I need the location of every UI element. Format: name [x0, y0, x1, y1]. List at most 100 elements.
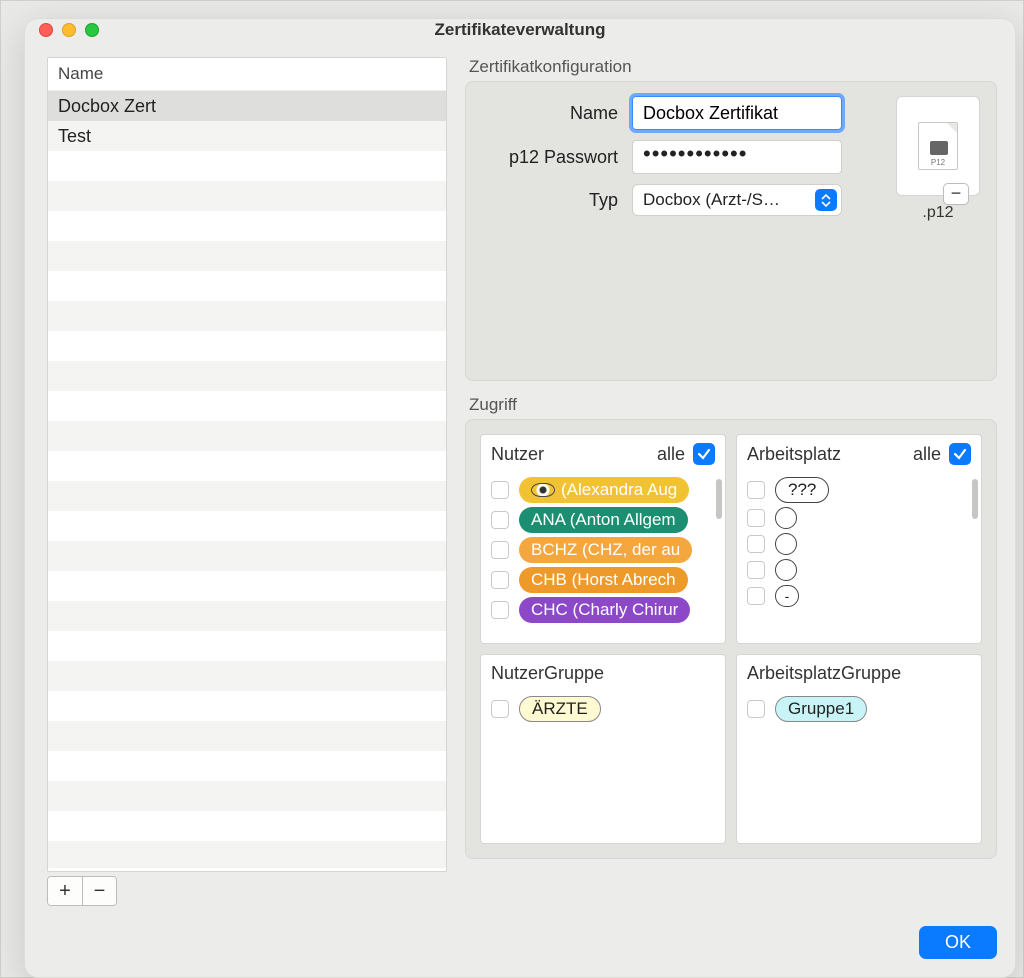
item-checkbox[interactable] [491, 511, 509, 529]
name-label: Name [482, 103, 632, 124]
list-item[interactable] [48, 361, 446, 391]
list-item[interactable] [48, 601, 446, 631]
list-item[interactable]: ÄRZTE [487, 694, 719, 724]
pill-label: ANA (Anton Allgem [531, 510, 676, 530]
tag-pill: (Alexandra Aug [519, 477, 689, 503]
empty-icon [775, 507, 797, 529]
pill-label: BCHZ (CHZ, der au [531, 540, 680, 560]
typ-select[interactable]: Docbox (Arzt-/S… [632, 184, 842, 216]
item-checkbox[interactable] [491, 571, 509, 589]
item-checkbox[interactable] [747, 535, 765, 553]
list-item[interactable]: Test [48, 121, 446, 151]
empty-icon [775, 559, 797, 581]
scrollbar[interactable] [716, 479, 722, 519]
list-item[interactable] [48, 571, 446, 601]
tag-pill: CHC (Charly Chirur [519, 597, 690, 623]
item-checkbox[interactable] [747, 587, 765, 605]
list-item[interactable] [48, 631, 446, 661]
item-checkbox[interactable] [747, 700, 765, 718]
list-item[interactable] [48, 151, 446, 181]
name-input[interactable] [632, 96, 842, 130]
nutzergruppe-panel: NutzerGruppe ÄRZTE [480, 654, 726, 844]
list-item[interactable] [48, 661, 446, 691]
p12-password-input[interactable]: •••••••••••• [632, 140, 842, 174]
eye-icon [531, 483, 555, 497]
ok-button[interactable]: OK [919, 926, 997, 959]
empty-icon [775, 533, 797, 555]
list-item[interactable] [48, 691, 446, 721]
nutzer-alle-checkbox[interactable] [693, 443, 715, 465]
item-checkbox[interactable] [747, 561, 765, 579]
titlebar: Zertifikateverwaltung [25, 19, 1015, 41]
pill-label: ÄRZTE [532, 699, 588, 719]
item-checkbox[interactable] [747, 481, 765, 499]
nutzer-header: Nutzer [491, 444, 544, 465]
item-checkbox[interactable] [491, 481, 509, 499]
list-item[interactable] [48, 811, 446, 841]
nutzer-panel: Nutzer alle (Alexandra AugANA (Anton All… [480, 434, 726, 644]
tag-pill: Gruppe1 [775, 696, 867, 722]
nutzergruppe-header: NutzerGruppe [491, 663, 604, 684]
zoom-icon[interactable] [85, 23, 99, 37]
list-item[interactable] [48, 751, 446, 781]
list-item[interactable] [48, 331, 446, 361]
arbeitsplatz-alle-checkbox[interactable] [949, 443, 971, 465]
remove-file-button[interactable]: − [943, 183, 969, 205]
tag-pill: ??? [775, 477, 829, 503]
list-item[interactable] [48, 421, 446, 451]
list-item[interactable]: Docbox Zert [48, 91, 446, 121]
arbeitsplatz-header: Arbeitsplatz [747, 444, 841, 465]
tag-pill: CHB (Horst Abrech [519, 567, 688, 593]
list-item[interactable] [48, 391, 446, 421]
list-item[interactable]: (Alexandra Aug [487, 475, 719, 505]
list-item[interactable] [48, 781, 446, 811]
remove-certificate-button[interactable]: − [82, 877, 116, 905]
list-item[interactable]: CHB (Horst Abrech [487, 565, 719, 595]
scrollbar[interactable] [972, 479, 978, 519]
arbeitsplatz-panel: Arbeitsplatz alle ??? - [736, 434, 982, 644]
config-section-title: Zertifikatkonfiguration [469, 57, 997, 77]
close-icon[interactable] [39, 23, 53, 37]
item-checkbox[interactable] [491, 601, 509, 619]
list-item[interactable]: ANA (Anton Allgem [487, 505, 719, 535]
item-checkbox[interactable] [747, 509, 765, 527]
item-checkbox[interactable] [491, 700, 509, 718]
typ-label: Typ [482, 190, 632, 211]
arbeitsplatzgruppe-header: ArbeitsplatzGruppe [747, 663, 901, 684]
pill-label: (Alexandra Aug [561, 480, 677, 500]
pill-label: CHB (Horst Abrech [531, 570, 676, 590]
arbeitsplatz-alle-label: alle [913, 444, 941, 465]
list-item[interactable]: CHC (Charly Chirur [487, 595, 719, 625]
list-item[interactable]: - [743, 583, 975, 609]
minimize-icon[interactable] [62, 23, 76, 37]
list-item[interactable] [48, 241, 446, 271]
list-item[interactable] [48, 481, 446, 511]
tag-pill: ANA (Anton Allgem [519, 507, 688, 533]
list-item[interactable] [48, 541, 446, 571]
list-item[interactable] [48, 721, 446, 751]
access-section-title: Zugriff [469, 395, 997, 415]
tag-pill: BCHZ (CHZ, der au [519, 537, 692, 563]
list-item[interactable] [48, 271, 446, 301]
list-item[interactable] [743, 505, 975, 531]
list-item[interactable] [48, 301, 446, 331]
list-item[interactable]: Gruppe1 [743, 694, 975, 724]
list-item[interactable] [743, 531, 975, 557]
list-item[interactable] [48, 451, 446, 481]
file-icon: P12 [918, 122, 958, 170]
list-item[interactable] [743, 557, 975, 583]
window-title: Zertifikateverwaltung [25, 20, 1015, 40]
list-item[interactable] [48, 181, 446, 211]
p12-file-preview[interactable]: P12 − [896, 96, 980, 196]
list-item[interactable] [48, 511, 446, 541]
item-checkbox[interactable] [491, 541, 509, 559]
list-item[interactable]: ??? [743, 475, 975, 505]
list-item[interactable]: BCHZ (CHZ, der au [487, 535, 719, 565]
list-item[interactable] [48, 841, 446, 868]
add-certificate-button[interactable]: + [48, 877, 82, 905]
certificate-config-group: Name p12 Passwort •••••••••••• Typ [465, 81, 997, 381]
certificate-list[interactable]: Name Docbox ZertTest [47, 57, 447, 872]
list-item[interactable] [48, 211, 446, 241]
chevron-updown-icon [815, 189, 837, 211]
pill-label: CHC (Charly Chirur [531, 600, 678, 620]
